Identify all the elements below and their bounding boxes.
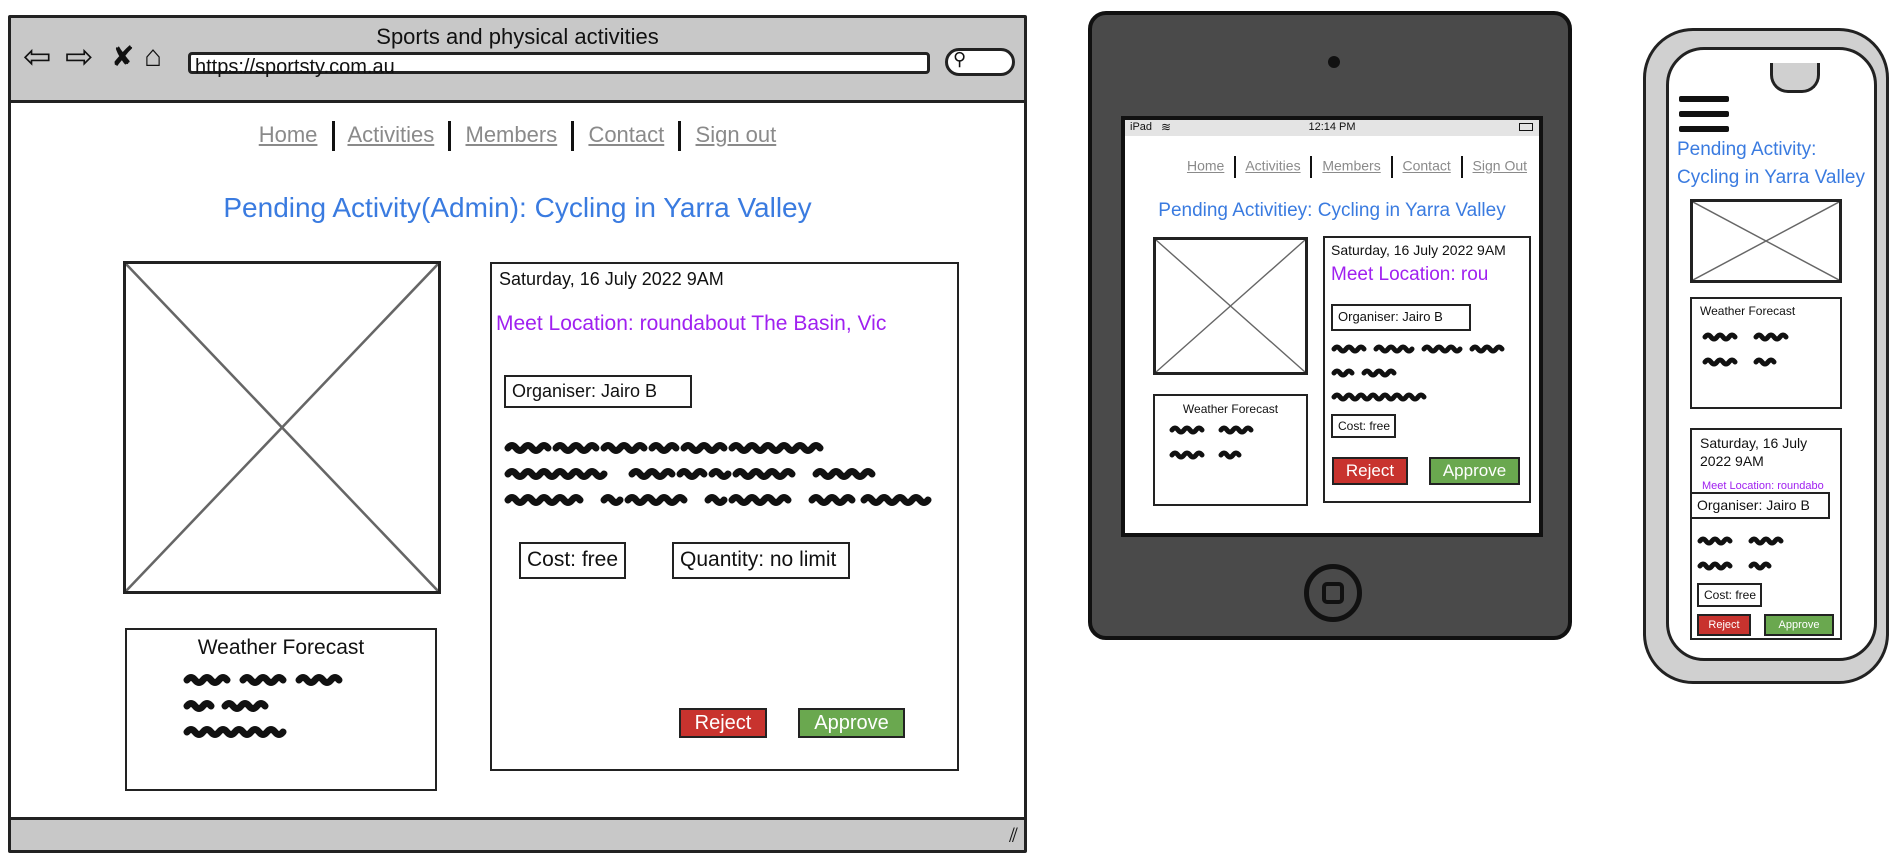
search-icon: ⚲ xyxy=(953,49,967,69)
activity-description-scribble xyxy=(1697,536,1784,571)
url-input[interactable]: https://sportsty.com.au xyxy=(188,52,930,78)
phone-notch xyxy=(1770,63,1820,93)
organiser-label: Organiser: Jairo B xyxy=(1690,492,1830,519)
status-time: 12:14 PM xyxy=(1308,121,1356,133)
nav-activities-link[interactable]: Activities xyxy=(347,122,434,147)
activity-description-scribble xyxy=(504,442,932,506)
tablet-status-bar: iPad ≋ 12:14 PM xyxy=(1125,120,1539,136)
activity-date-line-1: Saturday, 16 July xyxy=(1700,435,1808,451)
reject-button[interactable]: Reject xyxy=(1332,457,1408,485)
phone-page-title: Pending Activity: Cycling in Yarra Valle… xyxy=(1677,136,1865,192)
nav-home-link[interactable]: Home xyxy=(259,122,318,147)
weather-forecast-title: Weather Forecast xyxy=(1700,304,1796,318)
window-title: Sports and physical activities xyxy=(376,24,659,49)
meet-location: Meet Location: rou xyxy=(1331,264,1489,285)
nav-contact-link[interactable]: Contact xyxy=(588,122,664,147)
nav-divider xyxy=(1234,156,1237,178)
hamburger-menu-icon[interactable] xyxy=(1679,96,1729,136)
activity-image-placeholder xyxy=(1690,199,1842,283)
main-nav: Home Activities Members Contact Sign out xyxy=(11,121,1024,151)
nav-divider xyxy=(678,121,682,151)
nav-members-link[interactable]: Members xyxy=(466,122,558,147)
weather-text-scribble xyxy=(1169,425,1254,460)
reject-button[interactable]: Reject xyxy=(1697,614,1751,636)
close-icon[interactable]: ✘ xyxy=(111,40,134,74)
forward-arrow-icon[interactable]: ⇨ xyxy=(65,40,94,74)
weather-forecast-title: Weather Forecast xyxy=(197,636,365,659)
weather-forecast-title: Weather Forecast xyxy=(1182,402,1279,416)
tablet-screen: iPad ≋ 12:14 PM Home Activities Members … xyxy=(1121,116,1543,537)
home-button-icon[interactable] xyxy=(1304,564,1362,622)
quantity-label: Quantity: no limit xyxy=(672,542,850,579)
organiser-label: Organiser: Jairo B xyxy=(1331,304,1471,331)
nav-divider xyxy=(331,121,335,151)
weather-forecast-panel: Weather Forecast xyxy=(1690,297,1842,409)
browser-status-bar: ⫽ xyxy=(11,817,1024,850)
nav-activities-link[interactable]: Activities xyxy=(1245,158,1300,174)
meet-location: Meet Location: roundabout The Basin, Vic xyxy=(496,312,887,335)
nav-divider xyxy=(571,121,575,151)
phone-title-line-2: Cycling in Yarra Valley xyxy=(1677,167,1865,188)
activity-date-line-2: 2022 9AM xyxy=(1700,453,1764,469)
nav-divider xyxy=(1310,156,1313,178)
phone-title-line-1: Pending Activity: xyxy=(1677,139,1817,160)
activity-date: Saturday, 16 July 2022 9AM xyxy=(1700,434,1807,470)
cost-label: Cost: free xyxy=(519,542,626,579)
search-button[interactable]: ⚲ xyxy=(945,48,1015,76)
browser-toolbar: Sports and physical activities ⇦ ⇨ ✘ ⌂ h… xyxy=(11,18,1024,103)
nav-signout-link[interactable]: Sign Out xyxy=(1473,158,1527,174)
nav-divider xyxy=(1390,156,1393,178)
weather-text-scribble xyxy=(1702,332,1789,367)
cost-label: Cost: free xyxy=(1331,414,1396,438)
activity-date: Saturday, 16 July 2022 9AM xyxy=(1331,242,1506,258)
reject-button[interactable]: Reject xyxy=(679,708,767,738)
tablet-page-title: Pending Activitiey: Cycling in Yarra Val… xyxy=(1158,200,1506,221)
activity-description-scribble xyxy=(1331,344,1505,402)
back-arrow-icon[interactable]: ⇦ xyxy=(23,40,52,74)
approve-button[interactable]: Approve xyxy=(1429,457,1520,485)
battery-icon xyxy=(1519,123,1533,131)
nav-divider xyxy=(448,121,452,151)
phone-screen: Pending Activity: Cycling in Yarra Valle… xyxy=(1666,47,1877,661)
camera-icon xyxy=(1328,56,1340,68)
page-title: Pending Activity(Admin): Cycling in Yarr… xyxy=(223,192,812,223)
nav-signout-link[interactable]: Sign out xyxy=(696,122,777,147)
nav-contact-link[interactable]: Contact xyxy=(1403,158,1451,174)
activity-details-panel: Saturday, 16 July 2022 9AM Meet Location… xyxy=(490,262,959,771)
cost-label: Cost: free xyxy=(1697,583,1762,607)
organiser-label: Organiser: Jairo B xyxy=(504,375,692,408)
activity-date: Saturday, 16 July 2022 9AM xyxy=(499,269,724,289)
tablet-device: iPad ≋ 12:14 PM Home Activities Members … xyxy=(1088,11,1572,640)
activity-image-placeholder xyxy=(1153,237,1308,375)
approve-button[interactable]: Approve xyxy=(798,708,905,738)
weather-forecast-panel: Weather Forecast xyxy=(125,628,437,791)
nav-home-link[interactable]: Home xyxy=(1187,158,1224,174)
nav-divider xyxy=(1460,156,1463,178)
weather-text-scribble xyxy=(183,674,343,738)
resize-grip-icon[interactable]: ⫽ xyxy=(1009,825,1018,848)
desktop-browser-window: Sports and physical activities ⇦ ⇨ ✘ ⌂ h… xyxy=(8,15,1027,853)
home-icon[interactable]: ⌂ xyxy=(144,40,162,74)
activity-details-panel: Saturday, 16 July 2022 9AM Meet Location… xyxy=(1323,236,1531,503)
tablet-main-nav: Home Activities Members Contact Sign Out xyxy=(1125,156,1539,178)
approve-button[interactable]: Approve xyxy=(1764,614,1834,636)
nav-members-link[interactable]: Members xyxy=(1322,158,1380,174)
phone-device: Pending Activity: Cycling in Yarra Valle… xyxy=(1643,28,1889,684)
activity-image-placeholder xyxy=(123,261,441,594)
meet-location: Meet Location: roundabo xyxy=(1702,480,1824,492)
weather-forecast-panel: Weather Forecast xyxy=(1153,394,1308,506)
